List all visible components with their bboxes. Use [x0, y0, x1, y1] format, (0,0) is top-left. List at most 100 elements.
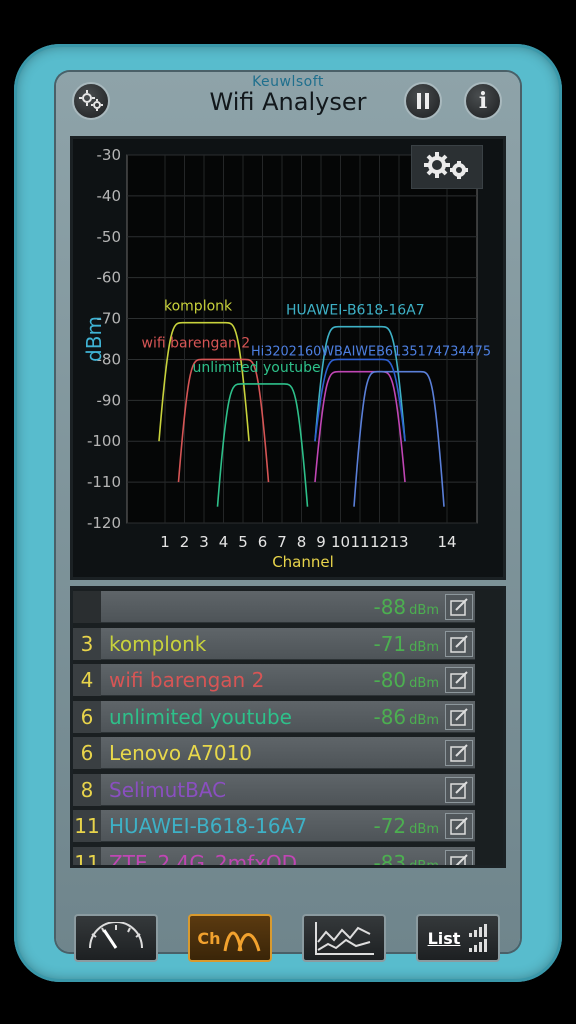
edit-icon	[450, 707, 468, 726]
x-tick-label: 14	[437, 533, 456, 551]
network-channel: 3	[73, 627, 101, 660]
channel-graph-label: Ch	[197, 928, 221, 948]
network-ssid: HUAWEI-B618-16A7	[109, 814, 308, 838]
x-tick-label: 4	[219, 533, 229, 551]
signal-value: -83	[373, 850, 407, 868]
network-signal: -72 dBm	[373, 810, 439, 846]
gears-icon	[424, 152, 468, 179]
network-curve-label: HUAWEI-B618-16A7	[286, 303, 425, 319]
graph-icon	[315, 922, 374, 955]
x-tick-label: 13	[389, 533, 408, 551]
x-axis-label: Channel	[272, 553, 334, 571]
network-ssid: komplonk	[109, 631, 207, 656]
network-ssid: wifi barengan 2	[109, 668, 265, 692]
y-tick-label: -90	[97, 391, 122, 409]
network-ssid: SelimutBAC	[109, 777, 227, 802]
x-tick-label: 1	[160, 533, 170, 551]
network-row[interactable]: -88 dBm	[73, 591, 475, 623]
edit-network-button[interactable]	[445, 740, 473, 766]
network-row[interactable]: 6 Lenovo A7010	[73, 737, 475, 769]
edit-icon	[450, 817, 468, 835]
signal-unit: dBm	[409, 712, 439, 728]
y-tick-label: -40	[97, 187, 122, 205]
network-ssid: ZTE_2.4G_2mfxQD	[109, 850, 298, 868]
signal-unit: dBm	[409, 858, 439, 868]
signal-unit: dBm	[409, 603, 439, 618]
network-signal: -86 dBm	[373, 701, 439, 737]
x-tick-label: 2	[180, 533, 190, 551]
network-row[interactable]: 8 SelimutBAC	[73, 773, 475, 806]
channel-curves-icon	[223, 931, 261, 952]
network-channel: 6	[73, 700, 101, 733]
signal-value: -86	[373, 704, 407, 729]
edit-icon	[450, 853, 468, 865]
time-graph-button[interactable]	[302, 914, 386, 962]
network-row[interactable]: 4 wifi barengan 2 -80 dBm	[73, 664, 475, 696]
channel-graph-button[interactable]: Ch	[188, 914, 272, 962]
network-channel	[73, 591, 101, 623]
app-panel: Keuwlsoft Wifi Analyser i -30 -40 -50 -60 -7…	[56, 72, 520, 962]
app-title: Wifi Analyser	[209, 88, 367, 116]
edit-network-button[interactable]	[445, 776, 473, 803]
y-tick-label: -120	[87, 514, 121, 532]
info-icon: i	[478, 88, 488, 114]
y-tick-label: -110	[87, 473, 121, 491]
edit-network-button[interactable]	[445, 667, 473, 693]
signal-bars-icon	[469, 924, 488, 952]
signal-value: -88	[373, 595, 407, 619]
x-tick-label: 8	[297, 533, 307, 551]
network-signal: -71 dBm	[373, 628, 439, 664]
signal-unit: dBm	[409, 676, 439, 691]
meter-button[interactable]	[74, 914, 158, 962]
network-channel: 6	[73, 737, 101, 769]
network-curve-label: unlimited youtube	[193, 360, 321, 376]
x-tick-label: 9	[316, 533, 326, 551]
signal-value: -71	[373, 631, 407, 656]
network-row[interactable]: 11 HUAWEI-B618-16A7 -72 dBm	[73, 810, 475, 842]
network-signal: -80 dBm	[373, 664, 439, 700]
list-label: List	[427, 928, 461, 948]
edit-network-button[interactable]	[445, 594, 473, 620]
edit-network-button[interactable]	[445, 813, 473, 839]
edit-network-button[interactable]	[445, 630, 473, 657]
network-channel: 11	[73, 810, 101, 842]
pause-button[interactable]	[404, 82, 442, 120]
overlapping-network-labels: Hi3202160WBAIWEB6135174734475	[251, 344, 491, 359]
x-tick-label: 10	[331, 533, 350, 551]
network-row[interactable]: 6 unlimited youtube -86 dBm	[73, 700, 475, 733]
list-button[interactable]: List	[416, 914, 500, 962]
device-frame: Keuwlsoft Wifi Analyser i -30 -40 -50 -60 -7…	[14, 44, 562, 982]
x-tick-label: 11	[350, 533, 369, 551]
brand: Keuwlsoft Wifi Analyser	[56, 74, 520, 116]
channel-chart: -30-40-50-60-70-80-90-100-110-1201 2 3 4 5 6 7…	[82, 146, 491, 571]
edit-icon	[450, 780, 468, 799]
signal-unit: dBm	[409, 822, 439, 837]
channel-graph: -30 -40 -50 -60 -70 -80 -90 -100 -110 -120 1 2 3 4 5 6 7…	[70, 136, 506, 580]
network-row[interactable]: 3 komplonk -71 dBm	[73, 627, 475, 660]
edit-network-button[interactable]	[445, 703, 473, 730]
edit-network-button[interactable]	[445, 849, 473, 865]
network-channel: 8	[73, 773, 101, 806]
network-ssid: Lenovo A7010	[109, 741, 253, 765]
edit-icon	[450, 598, 468, 616]
edit-icon	[450, 634, 468, 653]
network-channel: 11	[73, 846, 101, 865]
network-row[interactable]: 11 ZTE_2.4G_2mfxQD -83 dBm	[73, 846, 475, 868]
network-list[interactable]: -88 dBm 3 komplonk -71 dBm 4 wifi barengan 2 -80…	[70, 586, 506, 868]
x-tick-label: 6	[258, 533, 268, 551]
info-button[interactable]: i	[464, 82, 502, 120]
signal-value: -72	[373, 814, 407, 838]
network-signal: -88 dBm	[373, 591, 439, 627]
x-tick-label: 3	[199, 533, 209, 551]
y-axis-label: dBm	[82, 316, 106, 362]
meter-icon	[89, 922, 143, 949]
y-tick-label: -60	[97, 269, 122, 287]
x-tick-label: 5	[238, 533, 248, 551]
signal-unit: dBm	[409, 639, 439, 655]
pause-icon	[417, 93, 429, 109]
chart-settings-button[interactable]	[411, 145, 483, 189]
network-curve-label: komplonk	[164, 299, 233, 315]
network-channel: 4	[73, 664, 101, 696]
x-tick-label: 12	[370, 533, 389, 551]
x-tick-label: 7	[277, 533, 287, 551]
